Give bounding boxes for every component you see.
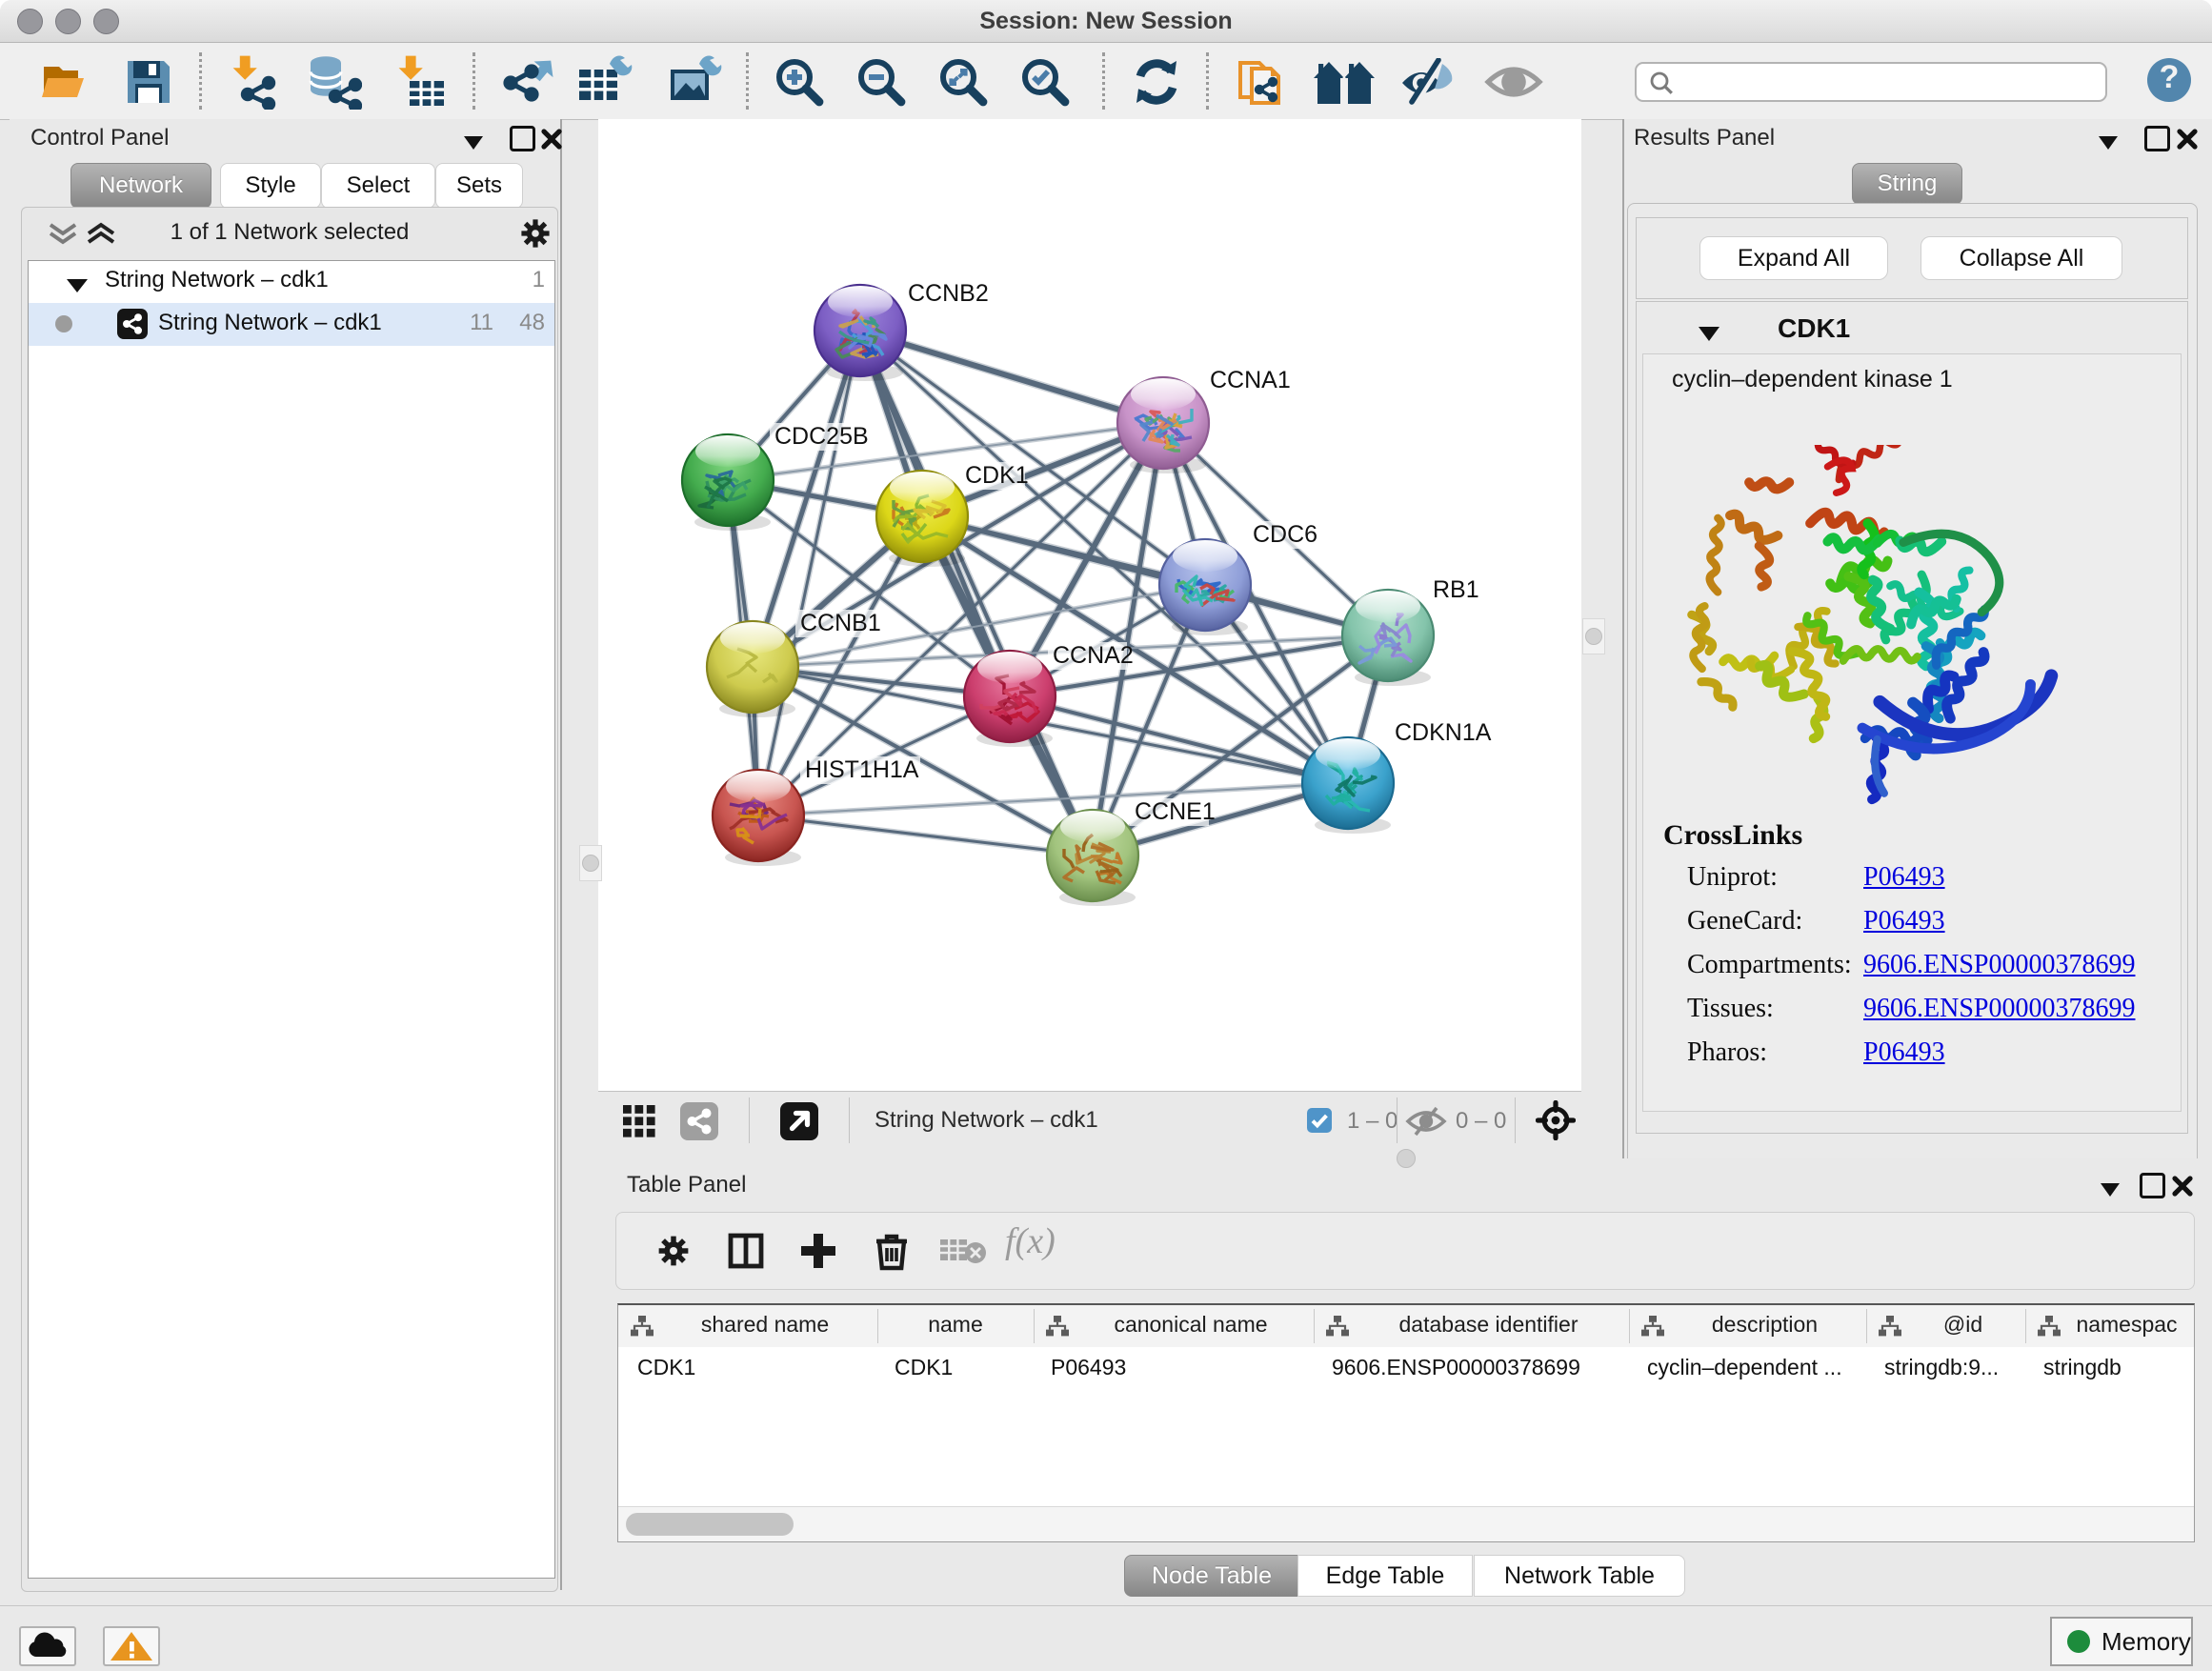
svg-text:CCNA2: CCNA2 <box>1053 642 1134 669</box>
svg-text:CDC25B: CDC25B <box>774 423 869 450</box>
svg-text:RB1: RB1 <box>1433 576 1479 603</box>
svg-text:CDC6: CDC6 <box>1253 521 1317 548</box>
svg-text:CCNB2: CCNB2 <box>908 280 989 307</box>
svg-text:CDKN1A: CDKN1A <box>1395 719 1492 746</box>
svg-text:CCNB1: CCNB1 <box>800 610 881 636</box>
svg-text:HIST1H1A: HIST1H1A <box>805 756 919 783</box>
svg-text:CDK1: CDK1 <box>965 462 1029 489</box>
svg-text:CCNA1: CCNA1 <box>1210 367 1291 393</box>
svg-text:CCNE1: CCNE1 <box>1135 798 1216 825</box>
